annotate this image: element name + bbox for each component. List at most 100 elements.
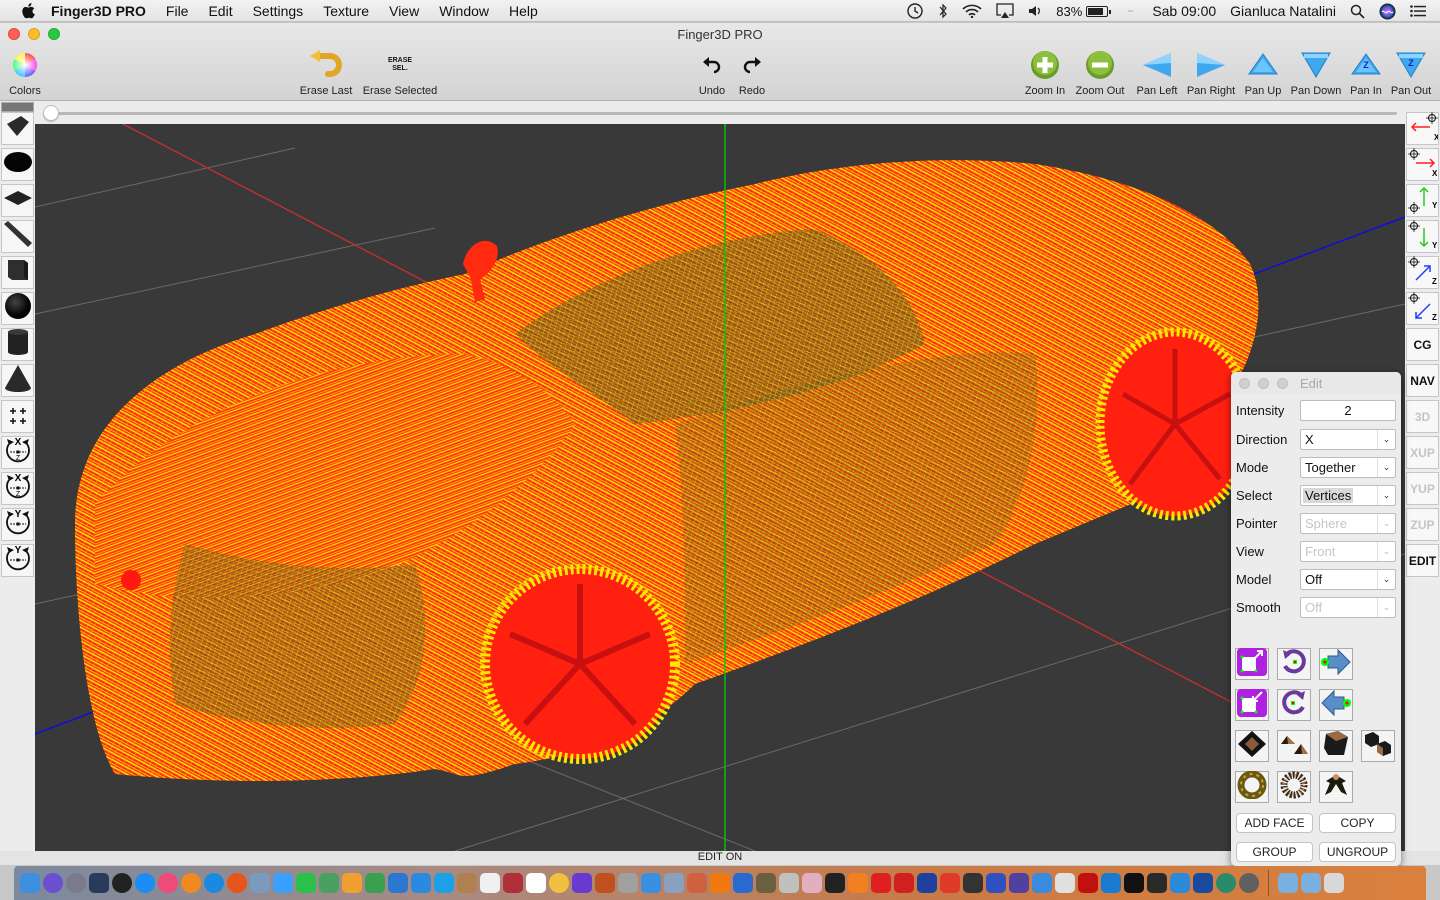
move-y-down-button[interactable]: Y <box>1406 220 1439 253</box>
dock-vlc-icon[interactable] <box>710 873 730 893</box>
dock-filezilla-icon[interactable] <box>1078 873 1098 893</box>
dock-messenger-icon[interactable] <box>273 873 293 893</box>
edit-panel-titlebar[interactable]: Edit <box>1231 372 1401 394</box>
scene-canvas[interactable] <box>35 124 1405 851</box>
dock-time-machine-icon[interactable] <box>1216 873 1236 893</box>
timeline-slider[interactable] <box>35 102 1405 124</box>
move-y-up-button[interactable]: Y <box>1406 184 1439 217</box>
dock-terminal-icon[interactable] <box>1124 873 1144 893</box>
pan-in-button[interactable]: Z Pan In <box>1346 47 1386 97</box>
tool-plane[interactable] <box>1 184 34 217</box>
menu-file[interactable]: File <box>165 3 190 19</box>
tool-grid-points[interactable] <box>1 400 34 433</box>
tool-cone[interactable] <box>1 364 34 397</box>
menu-edit[interactable]: Edit <box>207 3 233 19</box>
bluetooth-icon[interactable] <box>938 3 948 19</box>
branch-shape-button[interactable] <box>1319 771 1353 803</box>
panel-minimize-button[interactable] <box>1258 377 1269 389</box>
apple-menu-icon[interactable] <box>20 2 36 19</box>
zoom-in-button[interactable]: Zoom In <box>1022 47 1068 97</box>
intensity-input[interactable]: 2 <box>1300 399 1396 421</box>
torus-button[interactable] <box>1235 770 1269 803</box>
pan-out-button[interactable]: Z Pan Out <box>1388 47 1434 97</box>
dock-blender-icon[interactable] <box>848 873 868 893</box>
airplay-icon[interactable] <box>996 3 1014 19</box>
rotate-cw-button[interactable] <box>1277 689 1311 721</box>
dock-launchpad-icon[interactable] <box>66 873 86 893</box>
tool-rotate-y-left[interactable]: Y <box>1 508 34 541</box>
dock-sketchup-icon[interactable] <box>871 873 891 893</box>
dock-trash-icon[interactable] <box>1324 873 1344 893</box>
move-back-button[interactable] <box>1319 689 1353 721</box>
notification-center-icon[interactable] <box>1410 5 1426 17</box>
zup-button[interactable]: ZUP <box>1406 508 1439 541</box>
tool-cylinder[interactable] <box>1 328 34 361</box>
twin-cubes-button[interactable] <box>1361 730 1395 762</box>
menu-view[interactable]: View <box>388 3 420 19</box>
dock-photos-icon[interactable] <box>549 873 569 893</box>
panel-zoom-button[interactable] <box>1277 377 1288 389</box>
dock-preview-2-icon[interactable] <box>1055 873 1075 893</box>
menu-texture[interactable]: Texture <box>322 3 370 19</box>
dock-gimp-icon[interactable] <box>756 873 776 893</box>
pan-down-button[interactable]: Pan Down <box>1288 47 1344 97</box>
edit-button[interactable]: EDIT <box>1406 544 1439 577</box>
spotlight-search-icon[interactable] <box>1350 4 1365 19</box>
mode-select[interactable]: Together ⌄ <box>1300 456 1396 478</box>
dock-virtualbox-icon[interactable] <box>1193 873 1213 893</box>
pan-up-button[interactable]: Pan Up <box>1242 47 1284 97</box>
tool-rotate-x-z-right[interactable]: XZ <box>1 472 34 505</box>
yup-button[interactable]: YUP <box>1406 472 1439 505</box>
dock-migration-icon[interactable] <box>664 873 684 893</box>
tool-curved-surface[interactable] <box>1 112 34 145</box>
dock-garageband-icon[interactable] <box>595 873 615 893</box>
smooth-select[interactable]: Off ⌄ <box>1300 596 1396 618</box>
tool-ellipse[interactable] <box>1 148 34 181</box>
battery-icon[interactable] <box>1086 5 1112 17</box>
clock[interactable]: Sab 09:00 <box>1152 3 1216 19</box>
dock-screen-icon[interactable] <box>1009 873 1029 893</box>
move-z-out-button[interactable]: Z <box>1406 292 1439 325</box>
dock-numbers-icon[interactable] <box>365 873 385 893</box>
dock-joystick-icon[interactable] <box>940 873 960 893</box>
erase-selected-button[interactable]: ERASE SEL. Erase Selected <box>360 47 440 97</box>
dock-textedit-icon[interactable] <box>526 873 546 893</box>
move-x-right-button[interactable]: X <box>1406 148 1439 181</box>
ungroup-button[interactable]: UNGROUP <box>1319 842 1396 862</box>
dock-printer-icon[interactable] <box>1147 873 1167 893</box>
dock-instruments-icon[interactable] <box>687 873 707 893</box>
menu-help[interactable]: Help <box>508 3 539 19</box>
dock-dashboard-icon[interactable] <box>112 873 132 893</box>
pan-right-button[interactable]: Pan Right <box>1184 47 1238 97</box>
menu-settings[interactable]: Settings <box>252 3 305 19</box>
zoom-out-button[interactable]: Zoom Out <box>1072 47 1128 97</box>
tool-cube[interactable] <box>1 256 34 289</box>
dock-ibooks-icon[interactable] <box>181 873 201 893</box>
dock-cleaner-icon[interactable] <box>825 873 845 893</box>
panel-close-button[interactable] <box>1239 377 1250 389</box>
nav-button[interactable]: NAV <box>1406 364 1439 397</box>
tool-rotate-x-z-left[interactable]: XZ <box>1 436 34 469</box>
view-select[interactable]: Front ⌄ <box>1300 540 1396 562</box>
dock-maps-icon[interactable] <box>319 873 339 893</box>
undo-button[interactable]: Undo <box>696 47 728 97</box>
dock-wunderlist-icon[interactable] <box>1170 873 1190 893</box>
direction-select[interactable]: X ⌄ <box>1300 428 1396 450</box>
select-select[interactable]: Vertices ⌄ <box>1300 484 1396 506</box>
dock-skype-icon[interactable] <box>434 873 454 893</box>
move-z-in-button[interactable]: Z <box>1406 256 1439 289</box>
dock-photo-app-icon[interactable] <box>802 873 822 893</box>
dock-finder-icon[interactable] <box>20 873 40 893</box>
pointer-select[interactable]: Sphere ⌄ <box>1300 512 1396 534</box>
group-button[interactable]: GROUP <box>1236 842 1313 862</box>
scale-up-button[interactable] <box>1235 647 1269 680</box>
extrude-face-button[interactable] <box>1235 730 1269 762</box>
dock-keynote-icon[interactable] <box>388 873 408 893</box>
tool-sphere[interactable] <box>1 292 34 325</box>
bevel-box-button[interactable] <box>1319 730 1353 762</box>
dock-vs-code-icon[interactable] <box>1101 873 1121 893</box>
radial-array-button[interactable] <box>1277 771 1311 803</box>
dock-pages-icon[interactable] <box>342 873 362 893</box>
italian-flag-icon[interactable] <box>1122 6 1138 17</box>
slider-knob[interactable] <box>43 105 59 121</box>
